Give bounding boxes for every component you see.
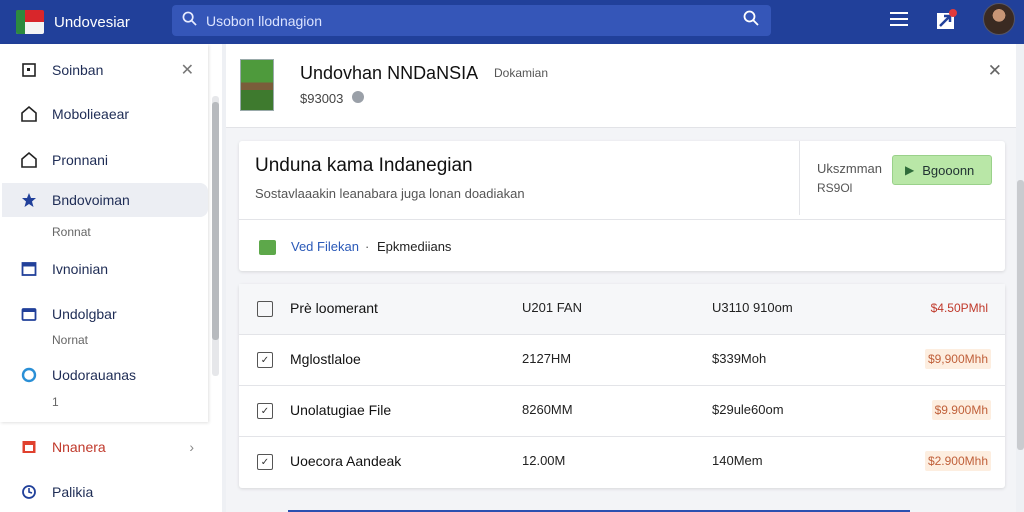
star-icon [20,191,38,209]
play-icon: ▶ [905,163,915,177]
link-detail: Epkmediians [377,239,452,254]
table-cell-size: 12.00M [522,453,566,468]
table-cell-size: 8260MM [522,402,573,417]
detail-header: Undovhan NNDaNSIA Dokamian $93003 ✕ [226,44,1016,128]
file-link[interactable]: Ved Filekan [291,239,359,254]
status-badge: Dokamian [494,66,549,80]
home-icon [20,105,38,123]
link-separator: · [365,239,370,254]
file-table: Prè loomerant U201 FAN U3110 910om $4.50… [239,284,1005,488]
search-icon [182,11,197,30]
main-panel: Undovhan NNDaNSIA Dokamian $93003 ✕ Undu… [226,44,1016,512]
app-name: Undovesiar [54,13,130,31]
square-icon [20,61,38,79]
clock-icon [20,483,38,501]
divider [799,141,800,215]
checkbox[interactable]: ✓ [257,352,273,368]
search-input[interactable]: Usobon llodnagion [206,13,743,29]
sidebar-item-palikia[interactable]: Palikia [0,475,208,509]
table-row[interactable]: ✓ Unolatugiae File 8260MM $29ule60om $9.… [239,386,1005,437]
side-label: Ukszmman [817,161,883,176]
file-icon [259,240,276,255]
sidebar-item-label: Soinban [52,62,104,78]
circle-icon [20,366,38,384]
table-cell-detail: U3110 910om [712,300,793,315]
side-value: RS9Ol [817,181,853,195]
sidebar-item-mobolieaear[interactable]: Mobolieaear [0,97,208,131]
card-description: Sostavlaaakin leanabara juga lonan doadi… [255,186,525,201]
sidebar-item-sub: Nornat [52,333,89,347]
table-row[interactable]: ✓ Uoecora Aandeak 12.00M 140Mem $2.900Mh… [239,437,1005,488]
home-icon [20,151,38,169]
brand[interactable]: Undovesiar [16,10,172,34]
button-label: Bgooonn [922,162,975,178]
sidebar-item-soinban[interactable]: Soinban ✕ [0,53,208,87]
sidebar-item-ivnoinian[interactable]: Ivnoinian [0,252,208,286]
table-cell-price: $9,900Mhh [924,349,991,369]
checkbox[interactable] [257,301,273,317]
top-app-bar: Undovesiar Usobon llodnagion [0,0,1024,44]
sidebar-item-sub: 1 [52,395,59,409]
thumbnail-image [240,59,274,111]
card-title: Unduna kama Indanegian [255,155,473,176]
sidebar-item-label: Mobolieaear [52,106,130,122]
table-header-row: Prè loomerant U201 FAN U3110 910om $4.50… [239,284,1005,335]
table-cell-size: U201 FAN [522,300,582,315]
sidebar-item-label: Nnanera [52,439,106,455]
sidebar-item-label: Pronnani [52,152,109,168]
sidebar-item-label: Palikia [52,484,94,500]
sidebar-item-label: Undolgbar [52,306,117,322]
table-cell-name: Mglostlaloe [290,351,361,367]
divider [239,219,1005,220]
table-cell-name: Uoecora Aandeak [290,453,402,469]
avatar[interactable] [983,3,1015,35]
page-title: Undovhan NNDaNSIA [300,63,479,83]
search-icon[interactable] [743,10,759,31]
sidebar: Soinban ✕ Mobolieaear Pronnani Bndovoima… [0,44,222,512]
info-card: Unduna kama Indanegian Sostavlaaakin lea… [239,141,1005,271]
table-row[interactable]: ✓ Mglostlaloe 2127HM $339Moh $9,900Mhh [239,335,1005,386]
checkbox[interactable]: ✓ [257,454,273,470]
sidebar-item-label: Bndovoiman [52,192,130,208]
table-cell-price: $2.900Mhh [924,451,991,471]
table-cell-price: $4.50PMhl [930,301,988,315]
sidebar-item-label: Ivnoinian [52,261,109,277]
sidebar-item-bndovoiman[interactable]: Bndovoiman [2,183,208,217]
table-cell-name: Prè loomerant [290,300,378,316]
sidebar-panel: Soinban ✕ Mobolieaear Pronnani Bndovoima… [0,44,208,422]
primary-button[interactable]: ▶ Bgooonn [892,155,992,185]
share-icon[interactable] [934,8,958,32]
table-cell-detail: $339Moh [712,351,767,366]
checkbox[interactable]: ✓ [257,403,273,419]
sidebar-item-nnanera[interactable]: Nnanera › [0,430,208,464]
sidebar-scrollbar-thumb[interactable] [212,102,219,340]
calendar-icon [20,438,38,456]
close-icon[interactable]: ✕ [988,61,1002,81]
window-icon [20,260,38,278]
table-cell-name: Unolatugiae File [290,402,392,418]
search-bar[interactable]: Usobon llodnagion [172,5,771,36]
close-icon[interactable]: ✕ [181,60,194,80]
folder-icon [20,305,38,323]
info-icon[interactable] [352,91,364,103]
flag-icon [16,10,44,34]
table-cell-price: $9.900Mh [931,400,991,420]
sidebar-item-label: Uodorauanas [52,367,137,383]
menu-icon[interactable] [890,12,908,26]
sidebar-item-undolgbar[interactable]: Undolgbar [0,297,208,331]
sidebar-item-pronnani[interactable]: Pronnani [0,143,208,177]
table-cell-detail: 140Mem [712,453,763,468]
header-subtitle: $93003 [300,91,344,106]
table-cell-size: 2127HM [522,351,572,366]
sidebar-item-sub: Ronnat [52,225,91,239]
sidebar-item-uodorauanas[interactable]: Uodorauanas [0,358,208,392]
page-scrollbar[interactable] [1017,180,1024,450]
table-cell-detail: $29ule60om [712,402,784,417]
chevron-right-icon[interactable]: › [189,439,194,455]
